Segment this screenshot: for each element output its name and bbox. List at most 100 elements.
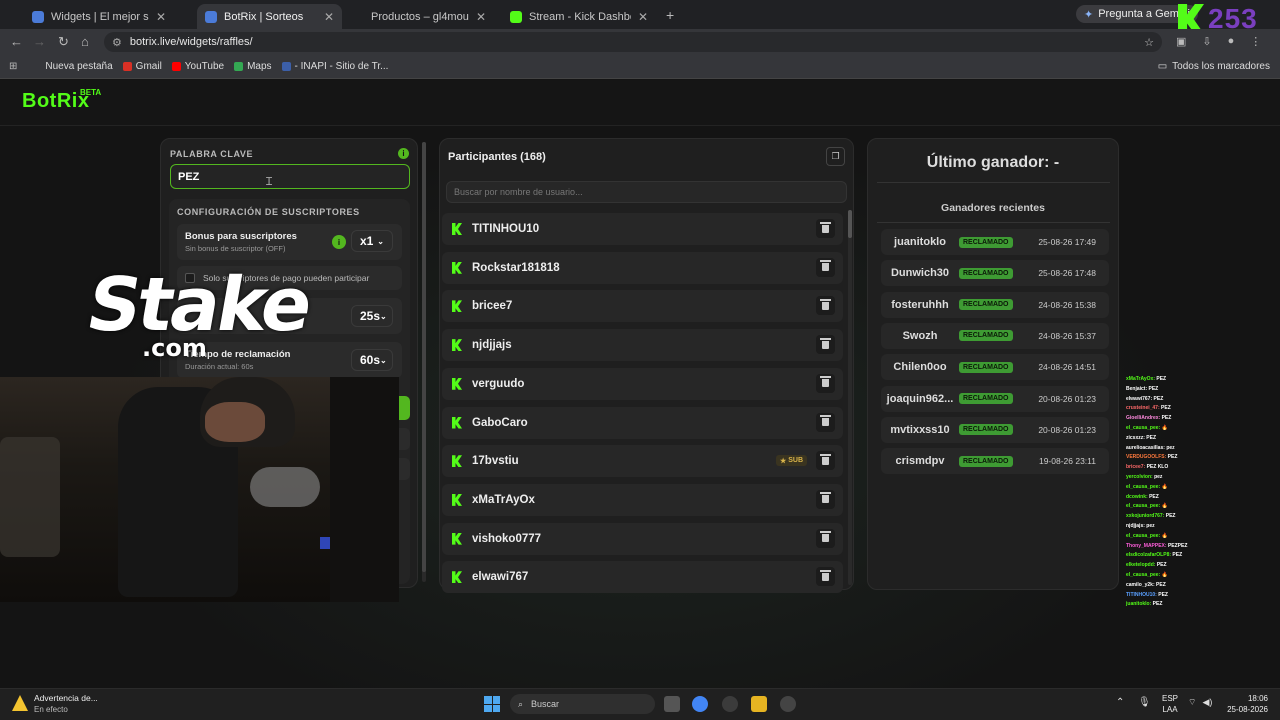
recent-winner-row: crismdpv RECLAMADO 19-08-26 23:11 bbox=[881, 448, 1109, 475]
delete-participant-button[interactable] bbox=[816, 335, 835, 355]
participant-row[interactable]: njdjjajs bbox=[442, 329, 843, 362]
app-icon[interactable] bbox=[722, 696, 738, 712]
close-tab-icon[interactable]: ✕ bbox=[638, 10, 648, 24]
bookmark-item[interactable]: YouTube bbox=[171, 61, 224, 72]
tray-chevron-icon[interactable]: ⌃ bbox=[1116, 697, 1124, 708]
all-bookmarks[interactable]: ▭ Todos los marcadores bbox=[1158, 61, 1270, 72]
chat-user: el_causa_pee: bbox=[1126, 532, 1161, 539]
bookmark-favicon-icon bbox=[281, 62, 291, 71]
close-tab-icon[interactable]: ✕ bbox=[324, 10, 334, 24]
trash-icon bbox=[820, 453, 831, 465]
search-icon: ⌕ bbox=[518, 698, 524, 709]
windows-start-icon[interactable] bbox=[484, 696, 500, 712]
participant-row[interactable]: vishoko0777 bbox=[442, 522, 843, 555]
reload-icon[interactable]: ↻ bbox=[58, 34, 69, 50]
participant-name: bricee7 bbox=[472, 300, 513, 313]
tab-title: Widgets | El mejor software pa bbox=[51, 10, 149, 23]
chat-user: elsdicolzafarOLP8: bbox=[1126, 552, 1172, 559]
forward-icon[interactable]: → bbox=[33, 34, 46, 49]
address-bar[interactable]: ⚙ botrix.live/widgets/raffles/ ☆ bbox=[104, 32, 1162, 52]
delete-participant-button[interactable] bbox=[816, 567, 835, 587]
delete-participant-button[interactable] bbox=[816, 451, 835, 471]
delete-participant-button[interactable] bbox=[816, 219, 835, 238]
delete-participant-button[interactable] bbox=[816, 528, 835, 548]
bonus-info-icon[interactable]: i bbox=[332, 235, 346, 249]
winner-date: 20-08-26 01:23 bbox=[1038, 424, 1096, 435]
apps-icon[interactable]: ⊞ bbox=[9, 61, 17, 72]
trash-icon bbox=[820, 298, 831, 310]
chat-user: yercolvion: bbox=[1126, 474, 1153, 480]
clock[interactable]: 18:06 25-08-2026 bbox=[1222, 693, 1268, 715]
home-icon[interactable]: ⌂ bbox=[81, 34, 89, 49]
recent-winners-title: Ganadores recientes bbox=[941, 202, 1045, 214]
browser-tab[interactable]: Stream - Kick Dashboard ✕ bbox=[502, 4, 656, 29]
close-tab-icon[interactable]: ✕ bbox=[156, 10, 166, 24]
delete-participant-button[interactable] bbox=[816, 257, 835, 277]
delete-participant-button[interactable] bbox=[816, 373, 835, 393]
notification-title[interactable]: Advertencia de... bbox=[34, 693, 98, 703]
participant-row[interactable]: xMaTrAyOx bbox=[442, 483, 843, 516]
keyword-info-icon[interactable]: i bbox=[398, 148, 409, 159]
bookmark-item[interactable]: - INAPI - Sitio de Tr... bbox=[281, 61, 388, 72]
delete-participant-button[interactable] bbox=[816, 489, 835, 509]
chat-user: el_causa_pee: bbox=[1126, 483, 1161, 490]
chat-message: elwawi767: PEZ bbox=[1126, 396, 1163, 402]
chat-text: 🔥 bbox=[1161, 572, 1168, 578]
participant-row[interactable]: bricee7 bbox=[442, 290, 843, 323]
claimed-badge: RECLAMADO bbox=[959, 330, 1013, 342]
microphone-icon[interactable]: 🎙 bbox=[1138, 697, 1151, 708]
participant-search-input[interactable]: Buscar por nombre de usuario... bbox=[446, 181, 847, 203]
chat-message: GioelliAndrex: PEZ bbox=[1126, 415, 1171, 421]
bookmark-star-icon[interactable]: ☆ bbox=[1144, 36, 1154, 49]
delete-participant-button[interactable] bbox=[816, 412, 835, 432]
download-icon[interactable]: ⇩ bbox=[1202, 35, 1211, 48]
system-tray[interactable]: ⌔ ◀) bbox=[1188, 697, 1212, 708]
site-info-icon[interactable]: ⚙ bbox=[112, 36, 122, 49]
trash-icon bbox=[820, 492, 831, 504]
close-tab-icon[interactable]: ✕ bbox=[476, 10, 486, 24]
winner-date: 20-08-26 01:23 bbox=[1038, 393, 1096, 404]
settings-button-1[interactable] bbox=[398, 428, 410, 450]
start-raffle-button[interactable] bbox=[398, 396, 410, 420]
bookmark-item[interactable]: Maps bbox=[234, 61, 272, 72]
taskbar-search[interactable]: ⌕ Buscar bbox=[510, 694, 655, 714]
timer-select[interactable]: 25s ⌄ bbox=[351, 305, 393, 327]
participant-row[interactable]: verguudo bbox=[442, 367, 843, 400]
browser-tab[interactable]: Productos – gl4mour.cl ✕ bbox=[344, 4, 494, 29]
participant-name: verguudo bbox=[472, 377, 525, 390]
chat-text: 🔥 bbox=[1161, 503, 1168, 510]
winner-name: Swozh bbox=[902, 329, 938, 342]
chat-text: pez bbox=[1154, 474, 1163, 480]
settings-button-2[interactable] bbox=[398, 458, 410, 480]
keyword-input[interactable]: PEZ bbox=[170, 164, 410, 189]
settings-scrollbar[interactable] bbox=[422, 142, 426, 582]
participants-scrollbar[interactable] bbox=[848, 210, 852, 585]
browser-tab[interactable]: Widgets | El mejor software pa ✕ bbox=[24, 4, 174, 29]
media-player-icon[interactable] bbox=[780, 696, 796, 712]
extension-icon[interactable]: ▣ bbox=[1176, 35, 1186, 48]
participant-row[interactable]: GaboCaro bbox=[442, 406, 843, 439]
bonus-multiplier-select[interactable]: x1 ⌄ bbox=[351, 230, 393, 252]
file-explorer-icon[interactable] bbox=[751, 696, 767, 712]
new-tab-button[interactable]: + bbox=[666, 7, 674, 23]
profile-icon[interactable]: ● bbox=[1228, 35, 1235, 48]
bookmark-item[interactable]: Gmail bbox=[122, 61, 162, 72]
delete-participant-button[interactable] bbox=[816, 296, 835, 316]
chat-message: zicsxzz: PEZ bbox=[1126, 435, 1156, 441]
menu-icon[interactable]: ⋮ bbox=[1250, 35, 1261, 48]
chrome-icon[interactable] bbox=[692, 696, 708, 712]
participant-name: njdjjajs bbox=[472, 339, 512, 352]
participant-row[interactable]: Rockstar181818 bbox=[442, 251, 843, 284]
winner-date: 24-08-26 15:38 bbox=[1038, 299, 1096, 310]
claim-time-select[interactable]: 60s ⌄ bbox=[351, 349, 393, 371]
copy-icon[interactable]: ❐ bbox=[826, 147, 845, 166]
participant-row[interactable]: TITINHOU10 bbox=[442, 213, 843, 245]
participant-row[interactable]: 17bvstiu ★ SUB bbox=[442, 445, 843, 478]
language-indicator[interactable]: ESP LAA bbox=[1162, 693, 1178, 715]
tab-title: Stream - Kick Dashboard bbox=[529, 10, 631, 23]
browser-tab[interactable]: BotRix | Sorteos ✕ bbox=[197, 4, 342, 29]
task-view-icon[interactable] bbox=[664, 696, 680, 712]
bookmark-item[interactable]: Nueva pestaña bbox=[45, 61, 112, 72]
back-icon[interactable]: ← bbox=[10, 34, 23, 49]
participant-row[interactable]: elwawi767 bbox=[442, 561, 843, 594]
